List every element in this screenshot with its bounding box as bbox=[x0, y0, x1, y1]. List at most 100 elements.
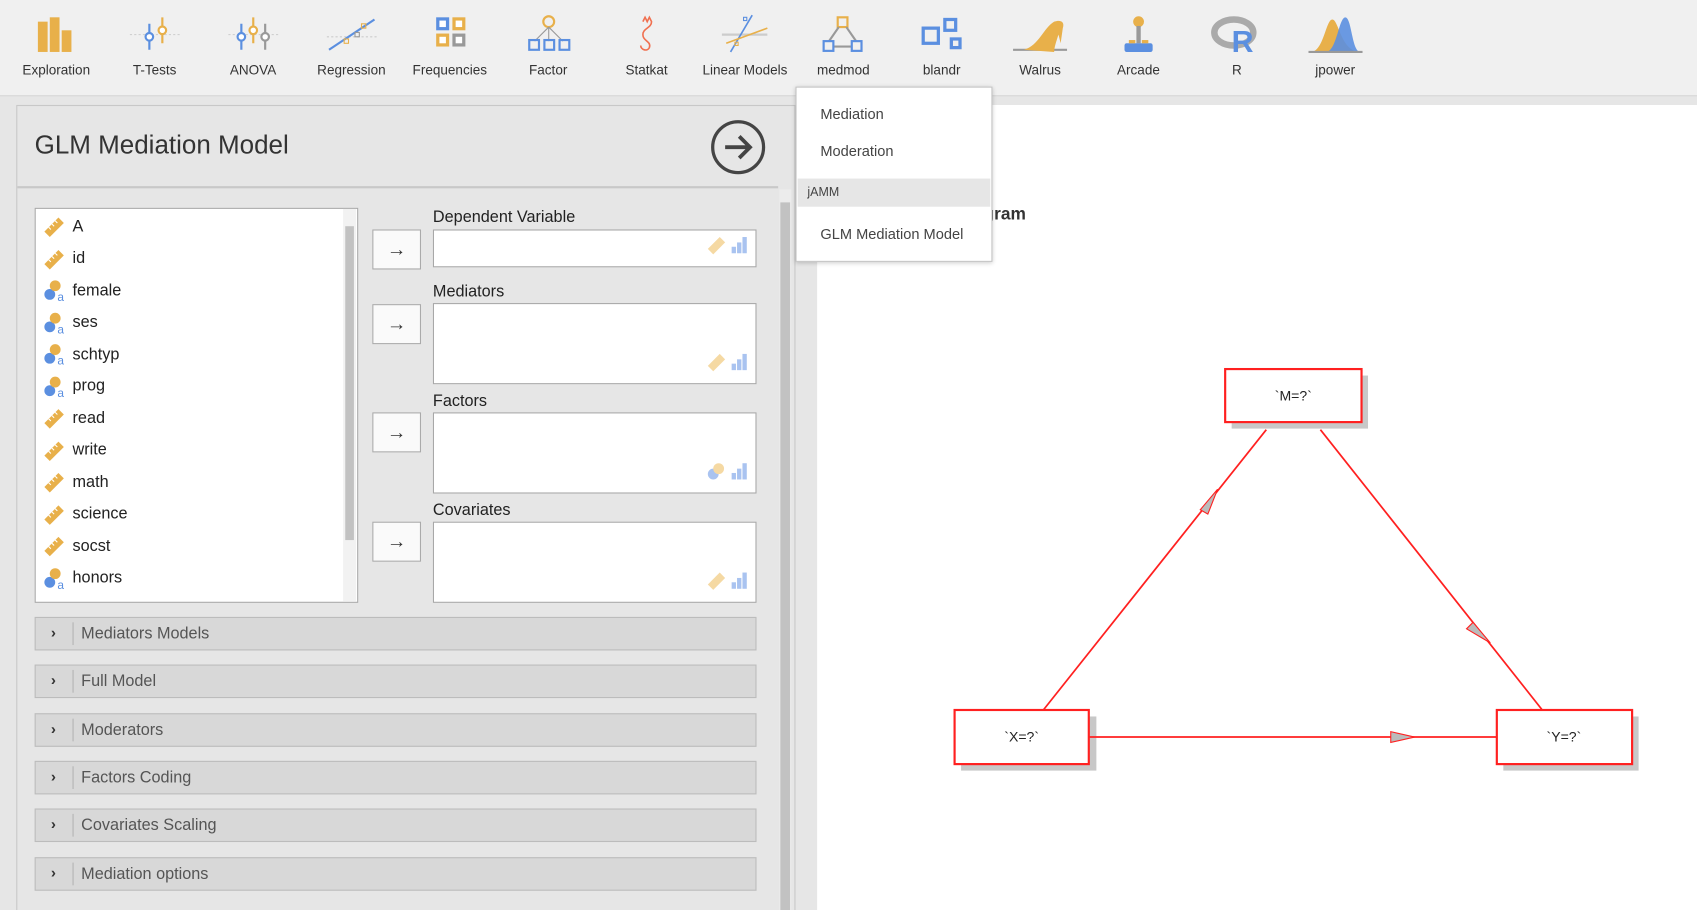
nominal-variable-icon: a bbox=[44, 312, 64, 334]
move-to-factors-button[interactable]: → bbox=[372, 412, 422, 453]
divider bbox=[72, 670, 74, 693]
factors-box[interactable] bbox=[432, 412, 757, 494]
arrowhead bbox=[1465, 621, 1491, 644]
toolbar-button-anova[interactable]: ANOVA bbox=[204, 9, 301, 87]
toolbar-button-r[interactable]: RR bbox=[1188, 9, 1285, 87]
toolbar-button-label: Exploration bbox=[22, 62, 91, 78]
collapsible-section-moderators[interactable]: › Moderators bbox=[34, 712, 757, 747]
variable-item[interactable]: id bbox=[42, 243, 85, 273]
variable-name: read bbox=[72, 408, 106, 427]
chevron-right-icon: › bbox=[50, 767, 56, 785]
nominal-variable-icon: a bbox=[44, 376, 64, 398]
toolbar-button-jpower[interactable]: jpower bbox=[1287, 9, 1384, 87]
variable-name: A bbox=[72, 217, 84, 236]
variable-item[interactable]: a schtyp bbox=[42, 339, 119, 369]
toolbar-button-frequencies[interactable]: Frequencies bbox=[401, 9, 498, 87]
arrowhead bbox=[1199, 488, 1219, 515]
collapsible-section-covariates-scaling[interactable]: › Covariates Scaling bbox=[34, 808, 757, 843]
run-arrow-button[interactable] bbox=[711, 120, 766, 175]
toolbar-button-exploration[interactable]: Exploration bbox=[8, 9, 105, 87]
frequencies-icon bbox=[435, 17, 465, 47]
node-x-label: `X=?` bbox=[1004, 728, 1039, 744]
divider bbox=[72, 622, 74, 646]
toolbar-button-label: Frequencies bbox=[412, 62, 488, 78]
chevron-right-icon: › bbox=[50, 719, 56, 737]
variable-name: socst bbox=[72, 536, 111, 555]
section-label: Moderators bbox=[81, 720, 164, 739]
toolbar-button-regression[interactable]: Regression bbox=[303, 9, 400, 87]
toolbar-button-walrus[interactable]: Walrus bbox=[991, 9, 1088, 87]
collapsible-section-factors-coding[interactable]: › Factors Coding bbox=[34, 760, 757, 795]
move-to-covariates-button[interactable]: → bbox=[372, 521, 422, 562]
menu-item-moderation[interactable]: Moderation bbox=[820, 143, 893, 159]
continuous-variable-icon bbox=[44, 536, 64, 557]
menu-item-mediation[interactable]: Mediation bbox=[820, 106, 883, 122]
toolbar-button-medmod[interactable]: medmod bbox=[795, 9, 892, 87]
toolbar-button-blandr[interactable]: blandr bbox=[893, 9, 990, 87]
variable-item[interactable]: A bbox=[42, 211, 83, 241]
chevron-right-icon: › bbox=[50, 863, 56, 881]
continuous-type-icon bbox=[706, 234, 749, 261]
jpower-icon bbox=[1308, 17, 1363, 54]
variable-item[interactable]: a honors bbox=[42, 562, 122, 592]
variable-item[interactable]: a ses bbox=[42, 307, 98, 337]
toolbar-button-linear-models[interactable]: Linear Models bbox=[696, 9, 793, 87]
path-x-to-m bbox=[1042, 429, 1267, 711]
section-label: Full Model bbox=[81, 672, 157, 691]
covariates-box[interactable] bbox=[432, 521, 757, 603]
dependent-variable-box[interactable] bbox=[432, 229, 757, 268]
divider bbox=[72, 814, 74, 837]
nominal-variable-icon: a bbox=[44, 280, 64, 302]
toolbar-button-t-tests[interactable]: T-Tests bbox=[106, 9, 203, 87]
variable-item[interactable]: read bbox=[42, 403, 105, 433]
toolbar-button-factor[interactable]: Factor bbox=[499, 9, 596, 87]
scrollbar-thumb[interactable] bbox=[345, 226, 354, 541]
move-to-dependent-button[interactable]: → bbox=[372, 229, 422, 270]
variable-name: female bbox=[72, 280, 122, 300]
collapsible-section-mediators-models[interactable]: › Mediators Models bbox=[34, 616, 757, 651]
divider bbox=[17, 186, 779, 189]
variable-item[interactable]: a female bbox=[42, 275, 121, 305]
factor-icon bbox=[527, 15, 570, 51]
toolbar-button-statkat[interactable]: Statkat bbox=[598, 9, 695, 87]
toolbar-button-label: blandr bbox=[922, 62, 961, 78]
arcade-icon bbox=[1124, 16, 1153, 52]
collapsible-section-full-model[interactable]: › Full Model bbox=[34, 664, 757, 699]
toolbar-button-label: T-Tests bbox=[132, 62, 177, 78]
nominal-type-icon bbox=[706, 460, 749, 487]
variable-list[interactable]: Aid a female a ses a schtyp a prog read write math s… bbox=[34, 207, 359, 603]
ttests-icon bbox=[129, 17, 180, 50]
regression-icon bbox=[326, 18, 377, 51]
menu-item-glm-mediation-model[interactable]: GLM Mediation Model bbox=[820, 226, 963, 242]
walrus-icon bbox=[1013, 20, 1068, 52]
node-m-label: `M=?` bbox=[1275, 387, 1312, 403]
chevron-right-icon: › bbox=[50, 815, 56, 833]
variable-name: ses bbox=[72, 312, 98, 332]
section-label: Covariates Scaling bbox=[81, 816, 217, 835]
variable-item[interactable]: socst bbox=[42, 530, 110, 560]
variable-item[interactable]: write bbox=[42, 435, 107, 465]
svg-text:R: R bbox=[1231, 26, 1253, 56]
toolbar-button-label: jpower bbox=[1315, 62, 1356, 78]
variable-name: prog bbox=[72, 376, 106, 396]
divider bbox=[72, 862, 74, 885]
factors-label: Factors bbox=[432, 391, 488, 411]
toolbar-button-label: ANOVA bbox=[229, 62, 277, 78]
move-to-mediators-button[interactable]: → bbox=[372, 304, 422, 345]
collapsible-section-mediation-options[interactable]: › Mediation options bbox=[34, 856, 757, 891]
jamovi-window: Exploration T-Tests ANOVA Regression Frequen… bbox=[0, 0, 1697, 910]
mediators-box[interactable] bbox=[432, 303, 757, 385]
variable-name: math bbox=[72, 472, 109, 491]
scrollbar-thumb[interactable] bbox=[780, 202, 791, 910]
toolbar-button-arcade[interactable]: Arcade bbox=[1090, 9, 1187, 87]
arrow-right-icon bbox=[725, 135, 753, 160]
variable-item[interactable]: math bbox=[42, 466, 109, 496]
variable-item[interactable]: a prog bbox=[42, 371, 105, 401]
continuous-type-icon bbox=[706, 569, 749, 596]
toolbar-button-label: Factor bbox=[529, 62, 568, 78]
scrollbar[interactable] bbox=[343, 208, 357, 602]
variable-item[interactable]: science bbox=[42, 498, 128, 528]
panel-scrollbar[interactable] bbox=[779, 189, 792, 910]
chevron-right-icon: › bbox=[50, 623, 56, 641]
svg-text:a: a bbox=[57, 354, 64, 366]
